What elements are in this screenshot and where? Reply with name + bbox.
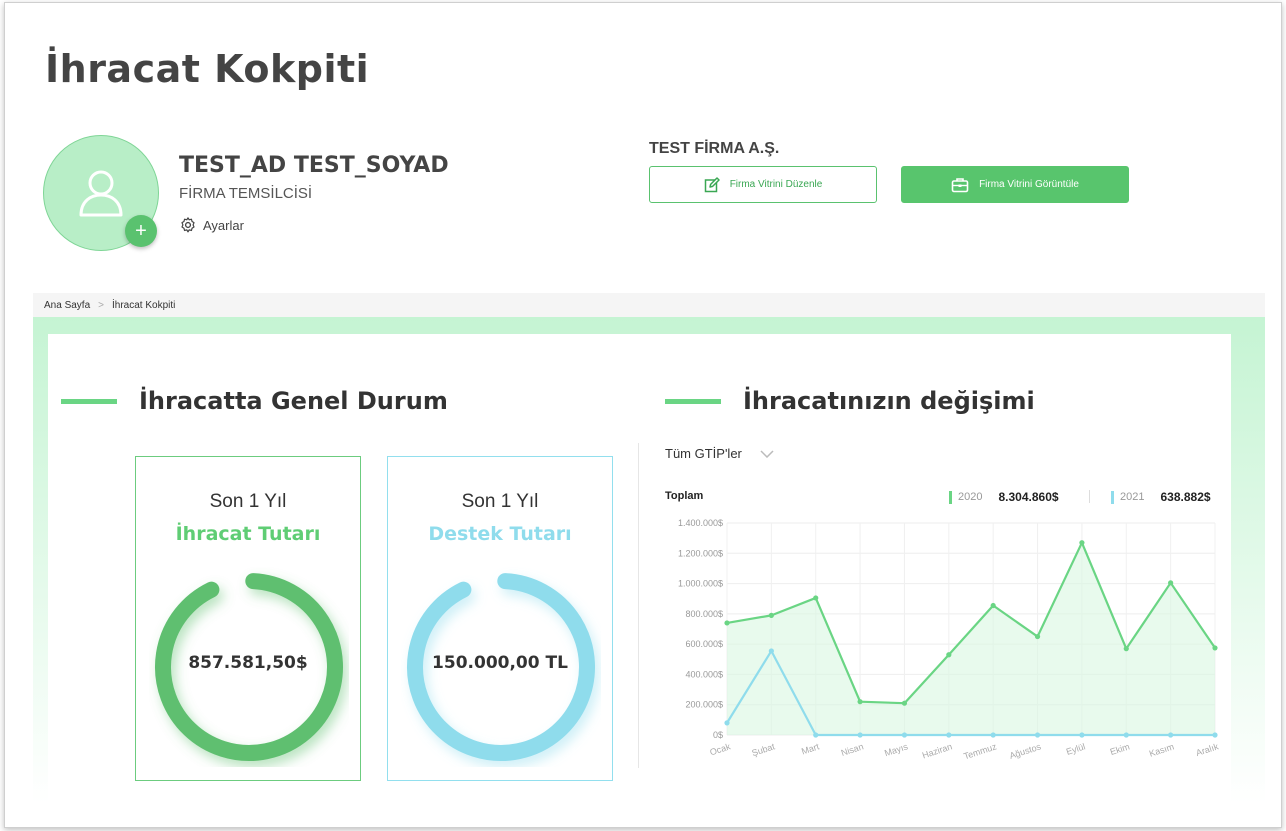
x-tick-label: Ocak xyxy=(709,741,733,757)
chart-total-label: Toplam xyxy=(665,490,704,502)
settings-link[interactable]: Ayarlar xyxy=(179,216,244,234)
heading-accent-bar xyxy=(665,398,721,404)
company-name: TEST FİRMA A.Ş. xyxy=(649,140,780,157)
legend-amount: 8.304.860$ xyxy=(998,490,1059,504)
y-tick-label: 0$ xyxy=(713,730,723,740)
chevron-down-icon xyxy=(760,449,774,458)
export-period: Son 1 Yıl xyxy=(209,491,287,512)
gtip-filter-value: Tüm GTİP'ler xyxy=(665,446,742,461)
gear-icon xyxy=(181,217,195,233)
series-2020-point[interactable] xyxy=(1034,633,1041,640)
legend-swatch xyxy=(1111,490,1114,504)
series-2020-point[interactable] xyxy=(1123,646,1129,652)
export-amount-value: 857.581,50$ xyxy=(188,653,308,673)
series-2021-point[interactable] xyxy=(1123,732,1129,738)
x-tick-label: Temmuz xyxy=(962,741,998,761)
series-2020-point[interactable] xyxy=(1212,645,1218,651)
user-icon xyxy=(79,170,123,217)
view-showcase-button[interactable]: Firma Vitrini Görüntüle xyxy=(901,166,1129,203)
series-2021-point[interactable] xyxy=(1079,732,1085,738)
series-2020-point[interactable] xyxy=(724,620,730,626)
legend-item-2020: 2020 8.304.860$ xyxy=(949,490,1059,504)
x-tick-label: Ekim xyxy=(1109,741,1131,757)
y-tick-label: 600.000$ xyxy=(685,639,723,649)
series-2021-point[interactable] xyxy=(901,732,908,738)
support-period: Son 1 Yıl xyxy=(461,491,539,512)
support-amount-value: 150.000,00 TL xyxy=(432,653,568,673)
y-tick-label: 800.000$ xyxy=(685,609,723,619)
series-2020-point[interactable] xyxy=(813,595,819,601)
x-tick-label: Ağustos xyxy=(1008,741,1042,761)
y-tick-label: 200.000$ xyxy=(685,700,723,710)
edit-showcase-button[interactable]: Firma Vitrini Düzenle xyxy=(649,166,877,203)
plus-icon: + xyxy=(135,219,147,242)
series-2021-point[interactable] xyxy=(724,720,730,726)
gtip-filter-dropdown[interactable]: Tüm GTİP'ler xyxy=(665,446,774,461)
user-role: FİRMA TEMSİLCİSİ xyxy=(179,185,313,202)
series-2021-point[interactable] xyxy=(946,732,952,738)
breadcrumb-home[interactable]: Ana Sayfa xyxy=(44,300,90,311)
legend-swatch xyxy=(949,490,952,504)
general-status-title: İhracatta Genel Durum xyxy=(139,387,448,415)
support-amount-title: Destek Tutarı xyxy=(428,523,572,545)
export-line-chart: 0$ 200.000$ 400.000$ 600.000$ 800.000$ 1.000.… xyxy=(678,518,1220,761)
series-2020-point[interactable] xyxy=(990,602,996,609)
x-tick-label: Aralık xyxy=(1195,741,1220,758)
series-2021-point[interactable] xyxy=(1168,732,1174,738)
legend-year: 2020 xyxy=(958,491,983,503)
x-tick-label: Mayıs xyxy=(883,741,909,758)
settings-label: Ayarlar xyxy=(203,217,244,233)
app-window: İhracat Kokpiti + TEST_AD TEST_SOYAD FİR… xyxy=(4,2,1282,828)
breadcrumb-separator-icon: > xyxy=(98,299,104,311)
legend-item-2021: 2021 638.882$ xyxy=(1111,490,1211,504)
user-name: TEST_AD TEST_SOYAD xyxy=(179,153,449,178)
general-status-heading: İhracatta Genel Durum xyxy=(61,387,448,415)
export-change-heading: İhracatınızın değişimi xyxy=(665,387,1035,415)
series-2021-point[interactable] xyxy=(1212,732,1218,738)
x-tick-label: Eylül xyxy=(1065,741,1087,757)
add-photo-button[interactable]: + xyxy=(125,215,157,247)
export-amount-title: İhracat Tutarı xyxy=(175,523,321,545)
heading-accent-bar xyxy=(61,398,117,404)
y-tick-label: 1.400.000$ xyxy=(678,518,723,528)
series-2020-point[interactable] xyxy=(768,612,774,618)
breadcrumb-current: İhracat Kokpiti xyxy=(112,299,176,311)
section-divider xyxy=(638,443,639,768)
x-tick-label: Mart xyxy=(800,741,821,756)
x-tick-label: Haziran xyxy=(921,741,954,760)
series-2020-point[interactable] xyxy=(1079,540,1085,546)
briefcase-icon xyxy=(951,177,969,192)
page-title: İhracat Kokpiti xyxy=(45,47,370,91)
x-tick-label: Şubat xyxy=(751,741,777,758)
series-2021-point[interactable] xyxy=(813,732,819,738)
legend-separator xyxy=(1089,490,1090,503)
legend-amount: 638.882$ xyxy=(1160,490,1211,504)
edit-showcase-label: Firma Vitrini Düzenle xyxy=(729,179,823,190)
legend-year: 2021 xyxy=(1120,491,1145,503)
series-2020-point[interactable] xyxy=(946,652,952,658)
y-tick-label: 400.000$ xyxy=(685,669,723,679)
support-amount-card: Son 1 Yıl Destek Tutarı 150.000,00 TL xyxy=(387,456,613,781)
x-tick-label: Nisan xyxy=(840,741,865,758)
export-amount-card: Son 1 Yıl İhracat Tutarı 857.581,50$ xyxy=(135,456,361,781)
series-2021-point[interactable] xyxy=(990,732,996,738)
edit-icon xyxy=(704,176,720,192)
series-2021-point[interactable] xyxy=(857,732,863,738)
y-tick-label: 1.200.000$ xyxy=(678,548,723,558)
x-tick-label: Kasım xyxy=(1148,741,1175,758)
series-2020-point[interactable] xyxy=(901,700,908,706)
series-2021-point[interactable] xyxy=(768,648,774,654)
series-2021-point[interactable] xyxy=(1034,732,1041,738)
export-change-title: İhracatınızın değişimi xyxy=(743,387,1035,415)
y-tick-label: 1.000.000$ xyxy=(678,579,723,589)
view-showcase-label: Firma Vitrini Görüntüle xyxy=(979,179,1079,190)
breadcrumb: Ana Sayfa > İhracat Kokpiti xyxy=(33,293,1265,317)
series-2020-point[interactable] xyxy=(857,699,863,705)
series-2020-point[interactable] xyxy=(1168,580,1174,586)
